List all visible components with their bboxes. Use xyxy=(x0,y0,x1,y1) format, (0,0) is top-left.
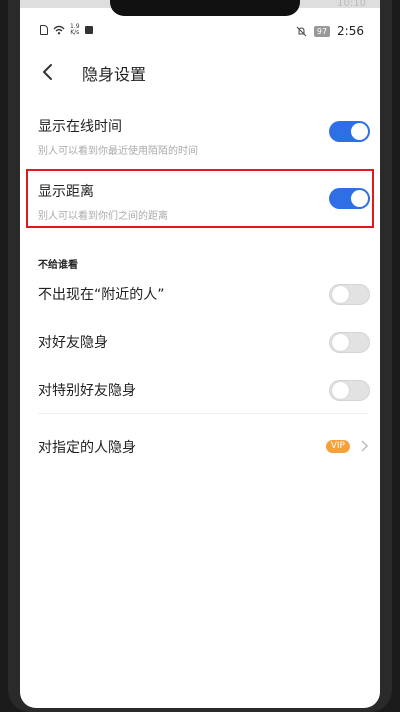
setting-subtitle: 别人可以看到你最近使用陌陌的时间 xyxy=(38,146,198,157)
toggle-knob xyxy=(332,286,349,303)
sim-card-icon xyxy=(40,25,48,35)
page-header: 隐身设置 xyxy=(20,52,380,92)
setting-hide-specific-people[interactable]: 对指定的人隐身 VIP xyxy=(38,437,370,457)
online-time-toggle[interactable] xyxy=(329,121,370,142)
bell-muted-icon xyxy=(296,26,307,36)
toggle-knob xyxy=(332,382,349,399)
toggle-knob xyxy=(351,123,368,140)
hide-special-friends-toggle[interactable] xyxy=(329,380,370,401)
app-screen: 10:10 1.9 K/s 97 2:56 隐身设置 显示在线时间 别人可以看到… xyxy=(20,0,380,708)
status-bar: 1.9 K/s 97 2:56 xyxy=(20,20,380,42)
setting-title: 不出现在“附近的人” xyxy=(38,287,165,303)
setting-hide-nearby[interactable]: 不出现在“附近的人” xyxy=(38,284,370,306)
speed-unit: K/s xyxy=(70,29,80,36)
back-button[interactable] xyxy=(36,58,60,86)
page-title: 隐身设置 xyxy=(82,65,147,84)
toggle-knob xyxy=(332,334,349,351)
status-time: 2:56 xyxy=(337,24,364,38)
network-speed: 1.9 K/s xyxy=(70,24,80,36)
setting-hide-special-friends[interactable]: 对特别好友隐身 xyxy=(38,380,370,402)
battery-icon: 97 xyxy=(313,25,331,37)
chevron-right-icon xyxy=(361,440,369,452)
vip-badge: VIP xyxy=(325,440,350,453)
hide-friends-toggle[interactable] xyxy=(329,332,370,353)
camera-notch xyxy=(110,0,300,16)
setting-title: 对好友隐身 xyxy=(38,335,108,351)
section-label: 不给谁看 xyxy=(38,260,78,271)
setting-title: 对指定的人隐身 xyxy=(38,440,136,456)
setting-title: 对特别好友隐身 xyxy=(38,383,136,399)
wifi-icon xyxy=(53,25,65,35)
setting-online-time[interactable]: 显示在线时间 别人可以看到你最近使用陌陌的时间 xyxy=(38,116,370,157)
highlight-box xyxy=(26,169,374,228)
faded-clock: 10:10 xyxy=(337,0,366,9)
hide-nearby-toggle[interactable] xyxy=(329,284,370,305)
divider xyxy=(38,413,368,414)
setting-title: 显示在线时间 xyxy=(38,119,122,135)
setting-hide-friends[interactable]: 对好友隐身 xyxy=(38,332,370,354)
notification-icon xyxy=(84,26,93,34)
